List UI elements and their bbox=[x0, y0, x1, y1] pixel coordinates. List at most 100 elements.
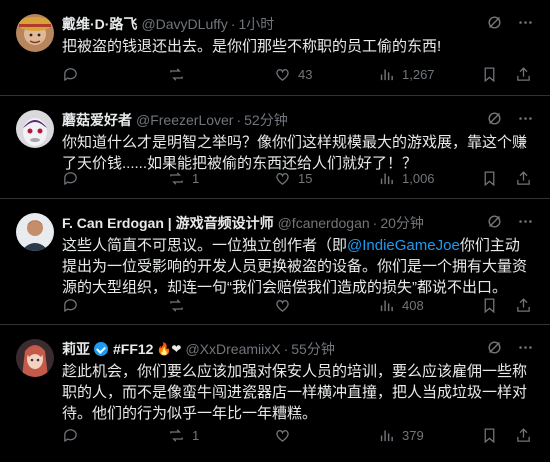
retweet-button[interactable] bbox=[168, 66, 192, 83]
tweet-header: F. Can Erdogan | 游戏音频设计师 @fcanerdogan · … bbox=[62, 213, 534, 233]
reply-icon bbox=[64, 67, 77, 81]
separator-dot: · bbox=[372, 215, 378, 231]
tweet-actions: 43 1,267 bbox=[62, 64, 534, 84]
avatar[interactable] bbox=[16, 14, 54, 52]
tweet-header: 莉亚 #FF12 🔥❤ @XxDreamiixX · 55分钟 bbox=[62, 339, 534, 359]
bookmark-icon bbox=[484, 66, 495, 82]
photo-avatar-icon bbox=[16, 213, 54, 251]
timestamp[interactable]: 52分钟 bbox=[244, 110, 288, 130]
share-button[interactable] bbox=[515, 66, 532, 83]
tweet-actions: 1 15 1,006 bbox=[62, 168, 534, 188]
views-bar-icon bbox=[380, 300, 393, 311]
bookmark-icon bbox=[484, 170, 495, 186]
timeline: 戴维·D·路飞 @DavyDLuffy · 1小时 把被盗的钱退还出去。是你们那… bbox=[0, 0, 550, 462]
author-handle[interactable]: @fcanerdogan bbox=[278, 215, 370, 231]
views-button[interactable]: 1,006 bbox=[378, 170, 435, 187]
share-icon bbox=[517, 297, 530, 312]
view-count: 408 bbox=[402, 297, 424, 313]
reply-icon bbox=[64, 298, 77, 312]
views-bar-icon bbox=[380, 430, 393, 441]
view-count: 1,267 bbox=[402, 66, 435, 82]
author-name[interactable]: 戴维·D·路飞 bbox=[62, 14, 137, 34]
fire-heart-icon: 🔥❤ bbox=[156, 342, 182, 356]
author-name[interactable]: F. Can Erdogan | 游戏音频设计师 bbox=[62, 213, 274, 233]
timestamp[interactable]: 55分钟 bbox=[291, 339, 335, 359]
view-count: 379 bbox=[402, 427, 424, 443]
bookmark-button[interactable] bbox=[481, 427, 498, 444]
retweet-count: 1 bbox=[192, 170, 200, 186]
tweet-text: 把被盗的钱退还出去。是你们那些不称职的员工偷的东西! bbox=[62, 38, 442, 55]
views-bar-icon bbox=[380, 173, 393, 184]
tweet-header: 蘑菇爱好者 @FreezerLover · 52分钟 bbox=[62, 110, 534, 130]
retweet-button[interactable] bbox=[168, 297, 192, 314]
grok-icon[interactable] bbox=[486, 14, 503, 31]
freezer-avatar-icon bbox=[16, 110, 54, 148]
separator-dot: · bbox=[283, 341, 289, 357]
heart-icon bbox=[276, 172, 289, 185]
author-name[interactable]: 蘑菇爱好者 bbox=[62, 110, 132, 130]
reply-button[interactable] bbox=[62, 427, 86, 444]
views-button[interactable]: 379 bbox=[378, 427, 424, 444]
grok-icon[interactable] bbox=[486, 110, 503, 127]
bookmark-button[interactable] bbox=[481, 297, 498, 314]
heart-icon bbox=[276, 68, 289, 81]
share-button[interactable] bbox=[515, 170, 532, 187]
tweet[interactable]: 蘑菇爱好者 @FreezerLover · 52分钟 你知道什么才是明智之举吗？… bbox=[0, 96, 550, 199]
author-name[interactable]: 莉亚 bbox=[62, 339, 90, 359]
like-button[interactable]: 15 bbox=[274, 170, 312, 187]
retweet-button[interactable]: 1 bbox=[168, 427, 199, 444]
views-bar-icon bbox=[380, 69, 393, 80]
views-button[interactable]: 1,267 bbox=[378, 66, 435, 83]
tweet[interactable]: 莉亚 #FF12 🔥❤ @XxDreamiixX · 55分钟 趁此机会，你们要… bbox=[0, 325, 550, 462]
avatar[interactable] bbox=[16, 110, 54, 148]
retweet-icon bbox=[170, 67, 183, 81]
share-button[interactable] bbox=[515, 427, 532, 444]
author-tag[interactable]: #FF12 bbox=[113, 341, 153, 357]
reply-button[interactable] bbox=[62, 170, 86, 187]
retweet-button[interactable]: 1 bbox=[168, 170, 199, 187]
luffy-avatar-icon bbox=[16, 14, 54, 52]
share-icon bbox=[517, 170, 530, 185]
author-handle[interactable]: @XxDreamiixX bbox=[185, 341, 280, 357]
reply-button[interactable] bbox=[62, 297, 86, 314]
avatar[interactable] bbox=[16, 213, 54, 251]
timestamp[interactable]: 20分钟 bbox=[380, 213, 424, 233]
tweet[interactable]: F. Can Erdogan | 游戏音频设计师 @fcanerdogan · … bbox=[0, 199, 550, 325]
timestamp[interactable]: 1小时 bbox=[238, 14, 274, 34]
like-button[interactable] bbox=[274, 427, 298, 444]
share-icon bbox=[517, 66, 530, 81]
more-icon[interactable] bbox=[517, 110, 534, 127]
heart-icon bbox=[276, 429, 289, 442]
like-count: 43 bbox=[298, 66, 313, 82]
separator-dot: · bbox=[230, 16, 236, 32]
bookmark-button[interactable] bbox=[481, 66, 498, 83]
tweet-header: 戴维·D·路飞 @DavyDLuffy · 1小时 bbox=[62, 14, 534, 34]
author-handle[interactable]: @DavyDLuffy bbox=[141, 16, 227, 32]
tweet-text: 这些人简直不可思议。一位独立创作者（即@IndieGameJoe你们主动提出为一… bbox=[62, 235, 532, 298]
anime-avatar-icon bbox=[16, 339, 54, 377]
mention-link[interactable]: @IndieGameJoe bbox=[347, 237, 460, 254]
more-icon[interactable] bbox=[517, 213, 534, 230]
reply-button[interactable] bbox=[62, 66, 86, 83]
retweet-icon bbox=[170, 171, 183, 185]
separator-dot: · bbox=[236, 112, 242, 128]
more-icon[interactable] bbox=[517, 14, 534, 31]
share-button[interactable] bbox=[515, 297, 532, 314]
grok-icon[interactable] bbox=[486, 339, 503, 356]
more-icon[interactable] bbox=[517, 339, 534, 356]
bookmark-icon bbox=[484, 427, 495, 443]
view-count: 1,006 bbox=[402, 170, 435, 186]
tweet[interactable]: 戴维·D·路飞 @DavyDLuffy · 1小时 把被盗的钱退还出去。是你们那… bbox=[0, 0, 550, 96]
share-icon bbox=[517, 427, 530, 442]
like-button[interactable]: 43 bbox=[274, 66, 312, 83]
author-handle[interactable]: @FreezerLover bbox=[136, 112, 233, 128]
bookmark-button[interactable] bbox=[481, 170, 498, 187]
bookmark-icon bbox=[484, 297, 495, 313]
retweet-icon bbox=[170, 428, 183, 442]
like-button[interactable] bbox=[274, 297, 298, 314]
grok-icon[interactable] bbox=[486, 213, 503, 230]
avatar[interactable] bbox=[16, 339, 54, 377]
verified-badge-icon bbox=[94, 342, 108, 356]
views-button[interactable]: 408 bbox=[378, 297, 424, 314]
retweet-count: 1 bbox=[192, 427, 200, 443]
